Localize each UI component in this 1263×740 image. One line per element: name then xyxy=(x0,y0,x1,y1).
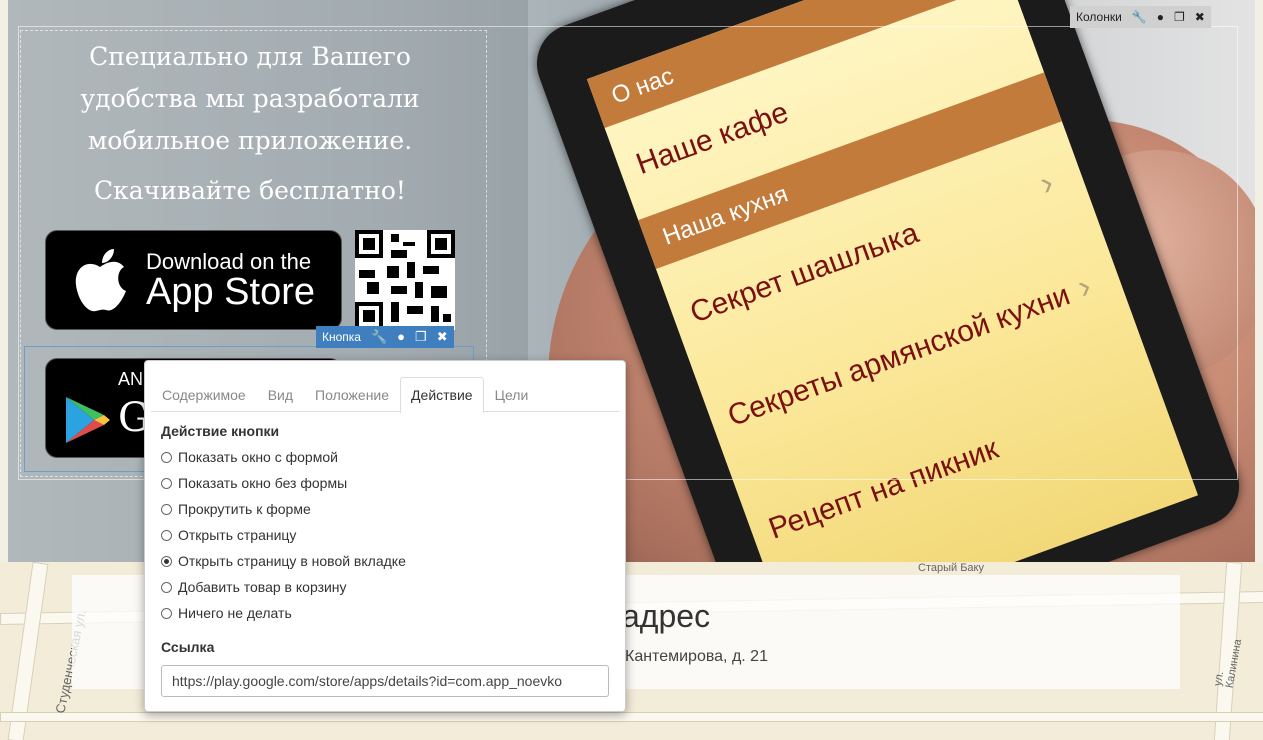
option-label: Ничего не делать xyxy=(178,605,292,621)
app-store-big-label: App Store xyxy=(146,271,315,313)
street-label: ул. Калинина xyxy=(1211,638,1245,690)
tab-goals[interactable]: Цели xyxy=(484,377,540,411)
columns-tag-label: Колонки xyxy=(1076,10,1122,24)
apple-icon xyxy=(75,249,126,312)
option-label: Прокрутить к форме xyxy=(178,501,311,517)
tab-content[interactable]: Содержимое xyxy=(151,377,257,411)
button-settings-panel: Содержимое Вид Положение Действие Цели Д… xyxy=(144,360,626,712)
radio-button[interactable] xyxy=(161,607,172,619)
radio-button[interactable] xyxy=(161,555,172,567)
close-icon[interactable]: ✖ xyxy=(1195,6,1205,28)
radio-button[interactable] xyxy=(161,451,172,463)
close-icon[interactable]: ✖ xyxy=(437,326,448,348)
wrench-icon[interactable]: 🔧 xyxy=(1132,6,1147,28)
tab-position[interactable]: Положение xyxy=(304,377,400,411)
action-option[interactable]: Открыть страницу в новой вкладке xyxy=(161,553,406,569)
promo-line: мобильное приложение. xyxy=(87,126,413,155)
link-input[interactable]: https://play.google.com/store/apps/detai… xyxy=(161,665,609,697)
columns-toolbar[interactable]: Колонки 🔧 ● ❐ ✖ xyxy=(1070,6,1211,28)
promo-line: Специально для Вашего xyxy=(89,42,411,71)
drop-icon[interactable]: ● xyxy=(397,326,405,348)
action-option[interactable]: Ничего не делать xyxy=(161,605,292,621)
action-option[interactable]: Показать окно с формой xyxy=(161,449,338,465)
drop-icon[interactable]: ● xyxy=(1157,6,1164,28)
address-text: Кантемирова, д. 21 xyxy=(625,648,768,665)
action-option[interactable]: Показать окно без формы xyxy=(161,475,347,491)
option-label: Показать окно с формой xyxy=(178,449,338,465)
option-label: Открыть страницу xyxy=(178,527,297,543)
option-label: Открыть страницу в новой вкладке xyxy=(178,553,406,569)
settings-tabs: Содержимое Вид Положение Действие Цели xyxy=(151,377,619,413)
street-label: Старый Баку xyxy=(918,562,984,574)
radio-button[interactable] xyxy=(161,477,172,489)
wrench-icon[interactable]: 🔧 xyxy=(371,326,387,348)
button-tag-label: Кнопка xyxy=(322,330,361,344)
qr-code xyxy=(355,230,455,330)
copy-icon[interactable]: ❐ xyxy=(415,326,427,348)
action-option[interactable]: Открыть страницу xyxy=(161,527,296,543)
action-option[interactable]: Прокрутить к форме xyxy=(161,501,311,517)
link-label: Ссылка xyxy=(161,639,215,655)
action-section-label: Действие кнопки xyxy=(161,423,280,439)
radio-button[interactable] xyxy=(161,529,172,541)
promo-text: Специально для Вашего удобства мы разраб… xyxy=(30,36,470,162)
option-label: Добавить товар в корзину xyxy=(178,579,347,595)
action-option[interactable]: Добавить товар в корзину xyxy=(161,579,347,595)
app-store-button[interactable]: Download on the App Store xyxy=(45,230,342,330)
tab-action[interactable]: Действие xyxy=(400,377,484,413)
promo-download-text: Скачивайте бесплатно! xyxy=(94,176,406,205)
promo-line: удобства мы разработали xyxy=(80,84,420,113)
tab-view[interactable]: Вид xyxy=(257,377,304,411)
radio-button[interactable] xyxy=(161,503,172,515)
option-label: Показать окно без формы xyxy=(178,475,348,491)
button-toolbar[interactable]: Кнопка 🔧 ● ❐ ✖ xyxy=(316,326,454,348)
map-road xyxy=(0,712,1263,722)
copy-icon[interactable]: ❐ xyxy=(1174,6,1185,28)
radio-button[interactable] xyxy=(161,581,172,593)
address-title: адрес xyxy=(622,598,711,634)
